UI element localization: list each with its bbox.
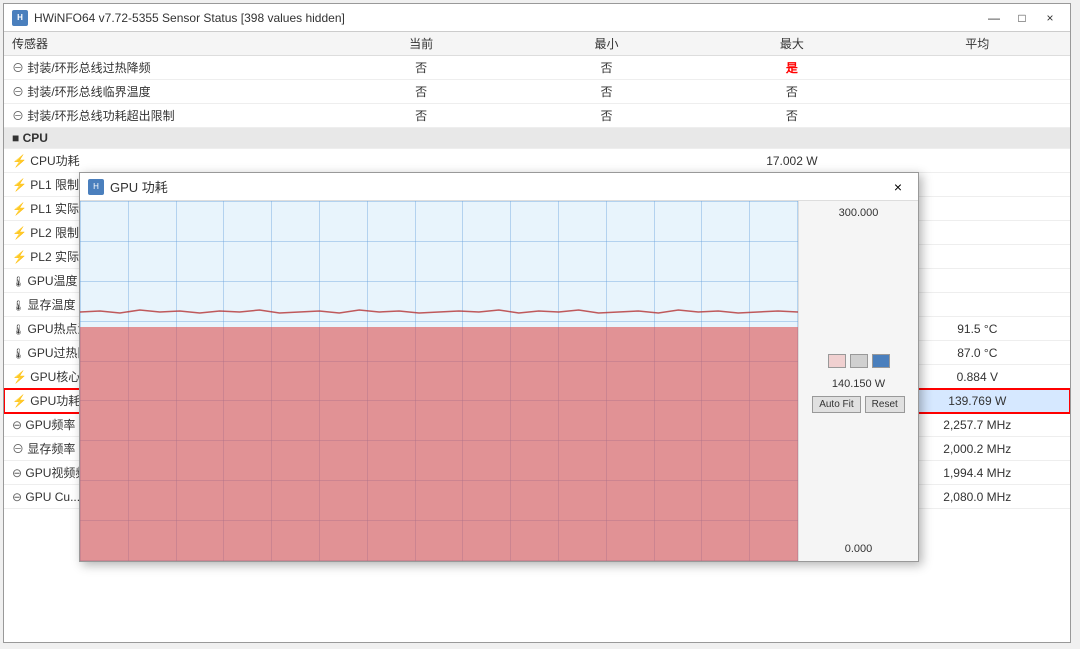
popup-title-bar: H GPU 功耗 × [80,173,918,201]
min-value: 否 [514,56,699,80]
sensor-label-cell: ⊖ 封装/环形总线功耗超出限制 [4,104,328,128]
sensor-name: CPU功耗 [30,154,79,168]
table-row[interactable]: ⊖ 封装/环形总线过热降频否否是 [4,56,1070,80]
col-avg: 平均 [885,32,1070,56]
sensor-name: GPU频率 [25,418,75,432]
lightning-icon: ⚡ [12,226,30,240]
chart-bottom-value: 0.000 [805,543,912,555]
thermometer-icon: 🌡 [12,349,27,360]
circle-minus-icon: ⊖ [12,418,25,432]
title-bar-left: H HWiNFO64 v7.72-5355 Sensor Status [398… [12,10,345,26]
swatch-blue[interactable] [872,354,890,368]
chart-mid-value: 140.150 W [805,378,912,390]
max-value: 否 [699,80,884,104]
swatch-pink[interactable] [828,354,846,368]
sensor-name: GPU功耗 [30,394,80,408]
table-row[interactable]: ⊖ 封装/环形总线功耗超出限制否否否 [4,104,1070,128]
sensor-name: 封装/环形总线临界温度 [27,85,150,99]
app-icon: H [12,10,28,26]
current-value: 否 [328,80,513,104]
sensor-name: GPU温度 [27,274,77,288]
col-sensor: 传感器 [4,32,328,56]
lightning-icon: ⚡ [12,202,30,216]
lightning-icon: ⚡ [12,250,30,264]
current-value: 否 [328,104,513,128]
popup-sidebar: 300.000 140.150 W Auto Fit Reset 0.000 [798,201,918,561]
swatch-gray[interactable] [850,354,868,368]
chart-buttons: Auto Fit Reset [805,396,912,413]
color-swatches [805,354,912,368]
thermometer-icon: 🌡 [12,325,27,336]
popup-title-left: H GPU 功耗 [88,177,168,196]
chart-area [80,201,798,561]
sensor-name: 显存温度 [27,298,75,312]
thermometer-icon: 🌡 [12,277,27,288]
chart-line-svg [80,297,798,327]
popup-app-icon: H [88,179,104,195]
window-title: HWiNFO64 v7.72-5355 Sensor Status [398 v… [34,11,345,25]
avg-value [885,56,1070,80]
table-row[interactable]: ⚡ CPU功耗 17.002 W [4,149,1070,173]
sensor-name: 封装/环形总线过热降频 [27,61,150,75]
maximize-button[interactable]: □ [1010,9,1034,27]
avg-value [885,104,1070,128]
max-value: 17.002 W [699,149,884,173]
chart-fill [80,327,798,561]
group-header-cell: ■ CPU [4,128,1070,149]
sensor-label-cell: ⚡ CPU功耗 [4,149,328,173]
table-container: 传感器 当前 最小 最大 平均 ⊖ 封装/环形总线过热降频否否是⊖ 封装/环形总… [4,32,1070,642]
title-bar: H HWiNFO64 v7.72-5355 Sensor Status [398… [4,4,1070,32]
min-value [514,149,699,173]
auto-fit-button[interactable]: Auto Fit [812,396,860,413]
max-value: 是 [699,56,884,80]
current-value [328,149,513,173]
col-min: 最小 [514,32,699,56]
col-max: 最大 [699,32,884,56]
chart-background [80,201,798,561]
lightning-icon: ⚡ [12,394,30,408]
circle-minus-icon: ⊖ [12,109,27,123]
close-button[interactable]: × [1038,9,1062,27]
popup-close-button[interactable]: × [886,178,910,196]
max-value: 否 [699,104,884,128]
group-label: CPU [23,131,48,145]
group-collapse-icon[interactable]: ■ [12,131,23,145]
chart-top-value: 300.000 [805,207,912,219]
lightning-icon: ⚡ [12,154,30,168]
minimize-button[interactable]: — [982,9,1006,27]
table-row[interactable]: ■ CPU [4,128,1070,149]
table-header-row: 传感器 当前 最小 最大 平均 [4,32,1070,56]
lightning-icon: ⚡ [12,178,30,192]
sensor-name: 显存频率 [27,442,75,456]
min-value: 否 [514,80,699,104]
circle-minus-icon: ⊖ [12,85,27,99]
sensor-name: 封装/环形总线功耗超出限制 [27,109,174,123]
reset-button[interactable]: Reset [865,396,905,413]
circle-minus-icon: ⊖ [12,490,25,504]
circle-minus-icon: ⊖ [12,466,25,480]
title-bar-controls: — □ × [982,9,1062,27]
sensor-label-cell: ⊖ 封装/环形总线临界温度 [4,80,328,104]
lightning-icon: ⚡ [12,370,30,384]
col-current: 当前 [328,32,513,56]
min-value: 否 [514,104,699,128]
current-value: 否 [328,56,513,80]
thermometer-icon: 🌡 [12,301,27,312]
avg-value [885,149,1070,173]
sensor-label-cell: ⊖ 封装/环形总线过热降频 [4,56,328,80]
popup-title: GPU 功耗 [110,177,168,196]
avg-value [885,80,1070,104]
circle-minus-icon: ⊖ [12,442,27,456]
gpu-power-popup: H GPU 功耗 × [79,172,919,562]
table-row[interactable]: ⊖ 封装/环形总线临界温度否否否 [4,80,1070,104]
popup-body: 300.000 140.150 W Auto Fit Reset 0.000 [80,201,918,561]
circle-minus-icon: ⊖ [12,61,27,75]
main-window: H HWiNFO64 v7.72-5355 Sensor Status [398… [3,3,1071,643]
